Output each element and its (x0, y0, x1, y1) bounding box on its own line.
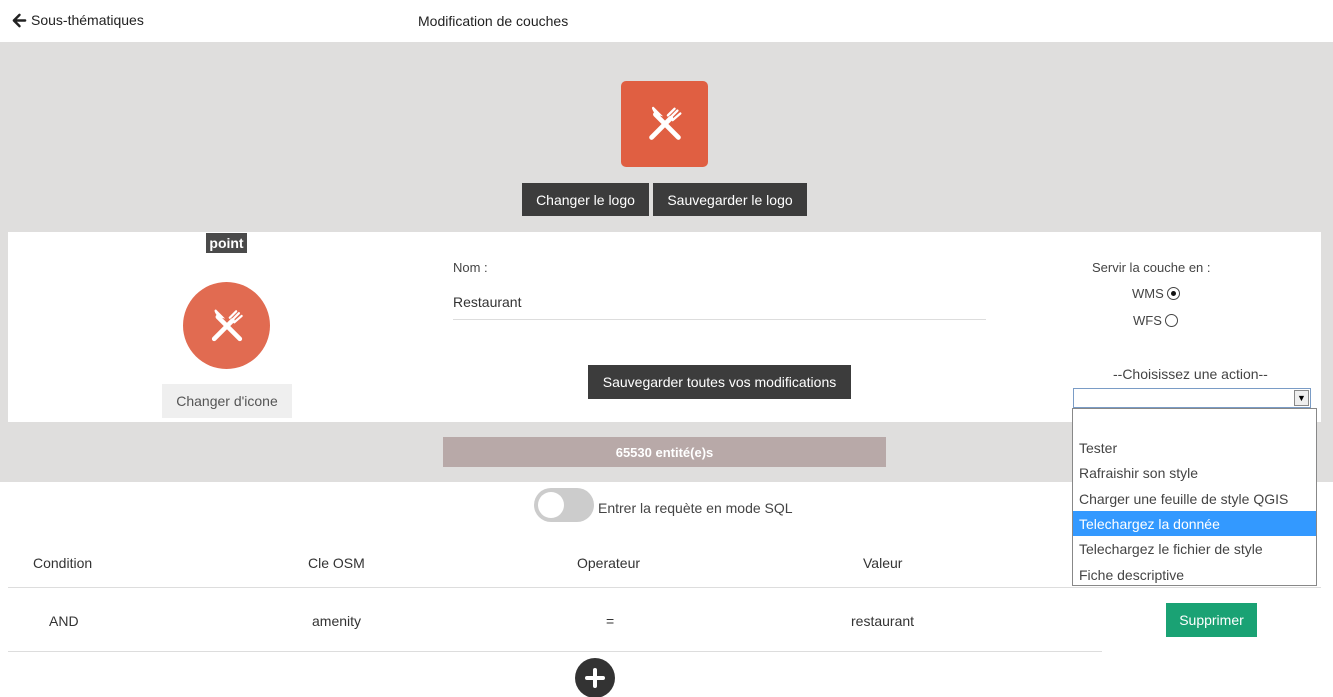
fork-knife-icon (211, 309, 243, 341)
arrow-left-icon (12, 13, 27, 27)
entity-count-bar: 65530 entité(e)s (443, 437, 886, 467)
dropdown-option[interactable] (1073, 410, 1316, 435)
cell-operator: = (606, 613, 615, 629)
action-dropdown: Tester Rafraishir son style Charger une … (1072, 408, 1317, 586)
name-input[interactable] (453, 285, 986, 320)
save-all-button[interactable]: Sauvegarder toutes vos modifications (588, 365, 851, 399)
change-logo-button[interactable]: Changer le logo (522, 183, 649, 216)
serve-as-label: Servir la couche en : (1092, 260, 1211, 275)
dropdown-option[interactable]: Tester (1073, 435, 1316, 460)
table-divider (8, 587, 1321, 588)
delete-condition-button[interactable]: Supprimer (1166, 603, 1257, 637)
name-label: Nom : (453, 260, 488, 275)
back-link[interactable]: Sous-thématiques (12, 12, 144, 28)
wms-option[interactable]: WMS (1132, 286, 1180, 301)
wms-label: WMS (1132, 286, 1164, 301)
action-label: --Choisissez une action-- (1113, 366, 1268, 382)
table-divider (8, 651, 1102, 652)
dropdown-option[interactable]: Telechargez le fichier de style (1073, 536, 1316, 561)
plus-icon (585, 668, 605, 688)
wfs-label: WFS (1133, 313, 1162, 328)
dropdown-option[interactable]: Rafraishir son style (1073, 460, 1316, 485)
page-title: Modification de couches (418, 13, 569, 29)
column-header-osm-key: Cle OSM (308, 555, 365, 571)
chevron-down-icon[interactable]: ▼ (1294, 390, 1309, 406)
sql-mode-label: Entrer la requète en mode SQL (598, 500, 793, 516)
geometry-type-badge: point (206, 233, 247, 253)
dropdown-option[interactable]: Charger une feuille de style QGIS (1073, 486, 1316, 511)
action-select[interactable]: ▼ (1073, 388, 1311, 408)
wfs-option[interactable]: WFS (1133, 313, 1178, 328)
column-header-operator: Operateur (577, 555, 641, 571)
back-link-label: Sous-thématiques (31, 12, 144, 28)
wms-radio[interactable] (1166, 287, 1180, 300)
top-bar: Sous-thématiques Modification de couches (0, 0, 1333, 42)
layer-icon (183, 282, 270, 369)
cell-osm-key: amenity (312, 613, 362, 629)
layer-logo (621, 81, 708, 167)
sql-mode-toggle[interactable] (534, 488, 594, 522)
wfs-radio[interactable] (1164, 314, 1178, 327)
column-header-value: Valeur (863, 555, 903, 571)
fork-knife-icon (648, 106, 681, 140)
dropdown-option[interactable]: Fiche descriptive (1073, 562, 1316, 587)
column-header-condition: Condition (33, 555, 93, 571)
dropdown-option-highlighted[interactable]: Telechargez la donnée (1073, 511, 1316, 536)
change-icon-button[interactable]: Changer d'icone (162, 384, 292, 418)
add-condition-button[interactable] (575, 658, 615, 697)
cell-condition: AND (49, 613, 79, 629)
save-logo-button[interactable]: Sauvegarder le logo (653, 183, 807, 216)
cell-value: restaurant (851, 613, 915, 629)
